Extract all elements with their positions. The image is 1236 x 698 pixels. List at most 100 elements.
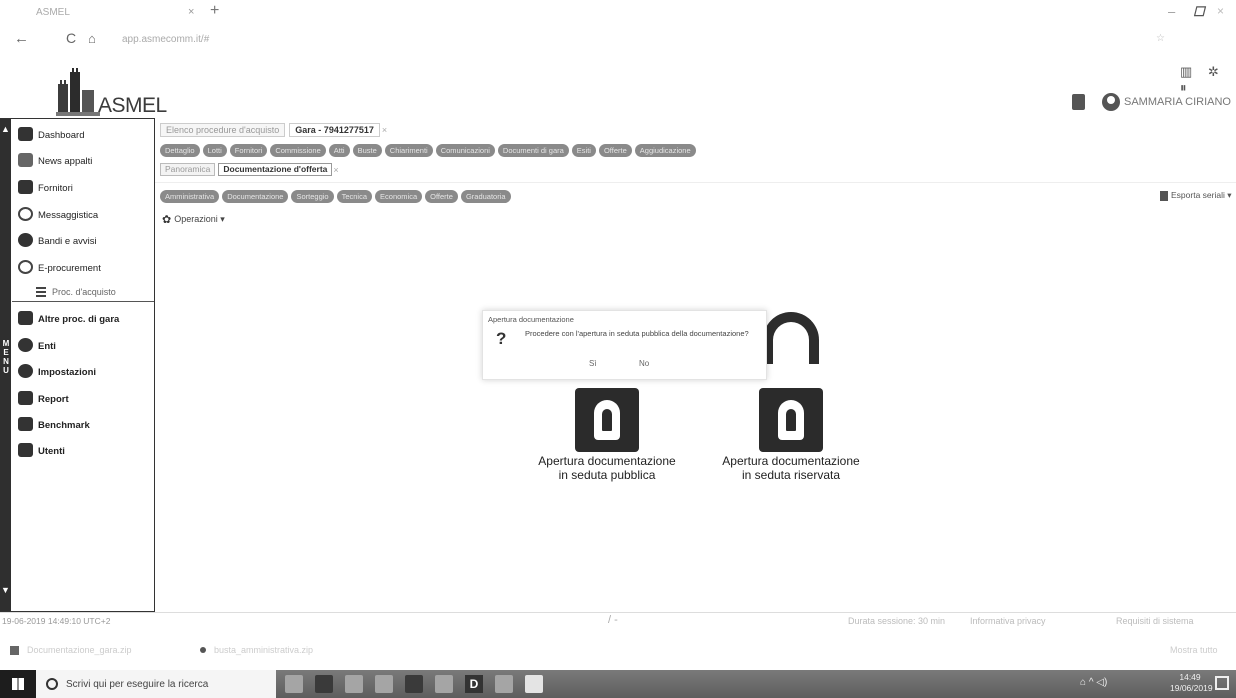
sidebar-item-utenti[interactable]: Utenti <box>18 441 154 461</box>
download-item[interactable]: Documentazione_gara.zip <box>10 645 132 655</box>
pill-tab[interactable]: Buste <box>352 144 382 157</box>
subtab-panoramica[interactable]: Panoramica <box>160 163 216 176</box>
bookmark-star-icon[interactable]: ☆ <box>1156 33 1165 44</box>
sidebar-item-bandi-avvisi[interactable]: Bandi e avvisi <box>18 231 154 251</box>
sidebar-item-impostazioni[interactable]: Impostazioni <box>18 362 154 382</box>
home-icon[interactable]: ⌂ <box>88 31 96 46</box>
sidebar-subitem-label: Proc. d'acquisto <box>52 287 116 297</box>
browser-tab-close-icon[interactable]: × <box>188 6 194 18</box>
pill-tab[interactable]: Offerte <box>598 144 632 157</box>
app-icon[interactable] <box>435 675 453 693</box>
document-icon[interactable] <box>1072 94 1085 110</box>
browser-tab-title[interactable]: ASMEL <box>36 7 70 18</box>
lock-private-icon <box>759 388 823 452</box>
footer-requirements-link[interactable]: Requisiti di sistema <box>1116 616 1194 626</box>
dialog-no-button[interactable]: No <box>639 359 649 368</box>
pill-tab[interactable]: Fornitori <box>229 144 268 157</box>
sidebar-item-e-procurement[interactable]: E-procurement <box>18 258 154 278</box>
reload-icon[interactable]: C <box>66 30 76 46</box>
chevron-down-icon[interactable]: ▼ <box>1 585 10 595</box>
breadcrumb-tabs: Elenco procedure d'acquisto Gara - 79412… <box>160 123 387 137</box>
d-app-icon[interactable]: D <box>465 675 483 693</box>
sidebar-item-enti[interactable]: Enti <box>18 336 154 356</box>
pill-tab[interactable]: Lotti <box>202 144 227 157</box>
sidebar-item-label: Altre proc. di gara <box>38 313 120 325</box>
taskbar-clock[interactable]: 14:49 19/06/2019 <box>1170 672 1213 694</box>
pill-tab[interactable]: Graduatoria <box>460 190 511 203</box>
pill-tab[interactable]: Dettaglio <box>160 144 200 157</box>
tab-gara[interactable]: Gara - 7941277517 <box>289 123 380 137</box>
tab-elenco-procedure[interactable]: Elenco procedure d'acquisto <box>160 123 286 137</box>
task-view-icon[interactable] <box>285 675 303 693</box>
pill-tab[interactable]: Amministrativa <box>160 190 220 203</box>
dialog-yes-button[interactable]: Sì <box>589 359 597 368</box>
sidebar-item-fornitori[interactable]: Fornitori <box>18 178 154 198</box>
system-tray-icons[interactable]: ⌂ ^ ◁) <box>1080 677 1107 688</box>
asmel-logo[interactable]: ASMEL <box>56 66 167 118</box>
pill-tab[interactable]: Comunicazioni <box>435 144 495 157</box>
pill-tab[interactable]: Tecnica <box>336 190 373 203</box>
user-avatar-icon[interactable] <box>1102 93 1120 111</box>
sidebar-strip[interactable]: ▲ M E N U ▼ <box>0 119 11 611</box>
tab-close-icon[interactable]: × <box>382 123 387 137</box>
gear-icon <box>18 364 33 378</box>
download-item[interactable]: busta_amministrativa.zip <box>200 645 313 655</box>
subtab-close-icon[interactable]: × <box>333 163 338 177</box>
gear-icon: ✿ <box>162 214 172 226</box>
app-icon[interactable] <box>495 675 513 693</box>
subtab-documentazione-offerta[interactable]: Documentazione d'offerta <box>218 163 333 176</box>
pill-tab[interactable]: Chiarimenti <box>384 144 433 157</box>
footer-privacy-link[interactable]: Informativa privacy <box>970 616 1046 626</box>
chevron-up-icon[interactable]: ▲ <box>1 124 10 134</box>
operations-menu[interactable]: ✿ Operazioni ▾ <box>162 213 225 226</box>
pill-tab[interactable]: Economica <box>375 190 423 203</box>
castle-logo-icon <box>56 68 100 116</box>
document-app-icon[interactable] <box>525 675 543 693</box>
sidebar-item-label: Report <box>38 393 69 405</box>
megaphone-icon <box>18 233 33 247</box>
pill-tab[interactable]: Aggiudicazione <box>634 144 696 157</box>
question-icon: ? <box>496 329 507 348</box>
sidebar-item-label: Messaggistica <box>38 209 99 221</box>
scales-icon <box>18 153 33 167</box>
user-name[interactable]: SAMMARIA CIRIANO <box>1124 96 1231 108</box>
sidebar-item-news-appalti[interactable]: News appalti <box>18 151 154 171</box>
store-icon[interactable] <box>375 675 393 693</box>
window-maximize-button[interactable]: ☐ <box>1193 4 1205 20</box>
window-close-button[interactable]: × <box>1217 4 1224 18</box>
sidebar-subitem-proc-acquisto[interactable]: Proc. d'acquisto <box>36 284 116 300</box>
menu-vertical-label[interactable]: M E N U <box>2 339 10 375</box>
lock-private-label: Apertura documentazione in seduta riserv… <box>722 454 860 482</box>
pill-tab[interactable]: Offerte <box>425 190 458 203</box>
new-tab-button[interactable]: + <box>210 2 219 20</box>
url-field[interactable]: app.asmecomm.it/# <box>122 34 209 45</box>
start-button[interactable] <box>0 670 36 698</box>
sidebar-item-dashboard[interactable]: Dashboard <box>18 125 154 145</box>
export-button[interactable]: Esporta seriali ▾ <box>1160 190 1231 201</box>
file-icon <box>10 645 19 655</box>
notification-icon[interactable] <box>1215 676 1229 690</box>
downloads-bar: Documentazione_gara.zip busta_amministra… <box>0 640 1236 662</box>
pill-tab[interactable]: Documentazione <box>222 190 289 203</box>
show-all-downloads-link[interactable]: Mostra tutto <box>1170 645 1218 655</box>
back-arrow-icon[interactable]: ← <box>14 30 29 47</box>
pill-tab[interactable]: Documenti di gara <box>497 144 569 157</box>
sidebar-item-messaggistica[interactable]: Messaggistica <box>18 205 154 225</box>
window-minimize-button[interactable]: – <box>1168 4 1175 19</box>
logo-text: ASMEL <box>98 94 167 117</box>
pill-tab[interactable]: Sorteggio <box>291 190 334 203</box>
sidebar-item-label: Bandi e avvisi <box>38 235 97 247</box>
sidebar-item-benchmark[interactable]: Benchmark <box>18 415 154 435</box>
taskbar-search-box[interactable]: Scrivi qui per eseguire la ricerca <box>36 670 276 698</box>
explorer-icon[interactable] <box>345 675 363 693</box>
top-right-icons[interactable]: ▥ ✲ ⏸ <box>1180 64 1236 96</box>
pill-tab[interactable]: Commissione <box>270 144 326 157</box>
pill-tab[interactable]: Atti <box>328 144 350 157</box>
pill-tab[interactable]: Esiti <box>571 144 596 157</box>
sidebar-item-altre-proc[interactable]: Altre proc. di gara <box>18 309 154 329</box>
chrome-icon[interactable] <box>405 675 423 693</box>
sidebar-item-report[interactable]: Report <box>18 389 154 409</box>
edge-icon[interactable] <box>315 675 333 693</box>
operations-label: Operazioni ▾ <box>174 214 225 224</box>
at-icon <box>18 207 33 221</box>
